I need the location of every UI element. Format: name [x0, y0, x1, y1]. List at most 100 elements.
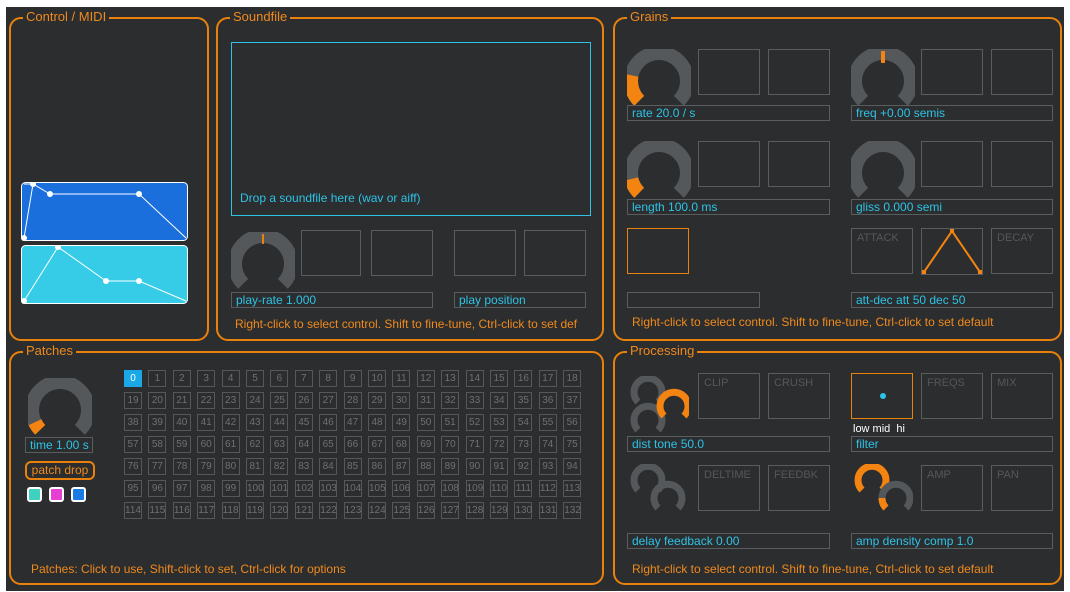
patch-cell[interactable]: 98: [197, 480, 216, 497]
patch-cell[interactable]: 87: [392, 458, 411, 475]
filter-label[interactable]: filter: [851, 436, 1053, 452]
crush-slot[interactable]: CRUSH: [768, 373, 830, 419]
att-dec-label[interactable]: att-dec att 50 dec 50: [851, 292, 1053, 308]
patch-cell[interactable]: 63: [270, 436, 289, 453]
freq-knob-icon[interactable]: [851, 49, 915, 113]
patch-cell[interactable]: 125: [392, 502, 411, 519]
patch-cell[interactable]: 10: [368, 370, 386, 387]
patch-cell[interactable]: 106: [392, 480, 411, 497]
patch-cell[interactable]: 130: [514, 502, 533, 519]
patch-cell[interactable]: 108: [441, 480, 460, 497]
play-rate-label[interactable]: play-rate 1.000: [231, 292, 433, 308]
patch-cell[interactable]: 48: [368, 414, 386, 431]
patch-cell[interactable]: 81: [246, 458, 264, 475]
patch-cell[interactable]: 53: [490, 414, 508, 431]
gliss-slot-2[interactable]: [991, 141, 1053, 187]
feedbk-slot[interactable]: FEEDBK: [768, 465, 830, 511]
patch-cell[interactable]: 124: [368, 502, 386, 519]
patch-cell[interactable]: 80: [221, 458, 240, 475]
patch-cell[interactable]: 58: [148, 436, 167, 453]
pan-slot[interactable]: PAN: [991, 465, 1053, 511]
patch-cell[interactable]: 17: [538, 370, 557, 387]
decay-slot[interactable]: DECAY: [991, 228, 1053, 274]
patch-cell[interactable]: 115: [148, 502, 167, 519]
amp-slot[interactable]: AMP: [921, 465, 983, 511]
patch-cell[interactable]: 9: [343, 370, 362, 387]
patch-cell[interactable]: 128: [465, 502, 484, 519]
patch-cell[interactable]: 111: [514, 480, 533, 497]
patch-cell[interactable]: 116: [172, 502, 191, 519]
patch-cell[interactable]: 56: [563, 414, 582, 431]
length-knob-icon[interactable]: [627, 141, 691, 205]
patch-cell[interactable]: 78: [172, 458, 191, 475]
patch-cell[interactable]: 120: [270, 502, 289, 519]
patch-cell[interactable]: 132: [563, 502, 582, 519]
patch-cell[interactable]: 90: [465, 458, 484, 475]
grains-empty-slot[interactable]: [627, 292, 760, 308]
rate-slot-2[interactable]: [768, 49, 830, 95]
patch-cell[interactable]: 88: [416, 458, 435, 475]
patch-cell[interactable]: 27: [319, 392, 338, 409]
patch-cell[interactable]: 37: [563, 392, 582, 409]
patch-cell[interactable]: 92: [514, 458, 533, 475]
length-slot-2[interactable]: [768, 141, 830, 187]
patch-cell[interactable]: 99: [221, 480, 240, 497]
patch-cell[interactable]: 13: [441, 370, 460, 387]
patch-cell[interactable]: 7: [294, 370, 313, 387]
patch-cell[interactable]: 54: [514, 414, 533, 431]
color-swatch[interactable]: [49, 487, 64, 502]
patch-cell[interactable]: 61: [221, 436, 240, 453]
patch-cell[interactable]: 55: [538, 414, 557, 431]
patch-cell[interactable]: 72: [490, 436, 508, 453]
patch-cell[interactable]: 57: [124, 436, 142, 453]
patch-cell[interactable]: 109: [465, 480, 484, 497]
patch-cell[interactable]: 75: [563, 436, 582, 453]
patch-cell[interactable]: 129: [490, 502, 508, 519]
patch-cell[interactable]: 66: [343, 436, 362, 453]
play-rate-slot-1[interactable]: [301, 230, 361, 276]
length-label[interactable]: length 100.0 ms: [627, 199, 830, 215]
patch-cell[interactable]: 8: [319, 370, 338, 387]
patch-cell[interactable]: 62: [246, 436, 264, 453]
patch-cell[interactable]: 68: [392, 436, 411, 453]
color-swatch[interactable]: [27, 487, 42, 502]
patch-cell[interactable]: 96: [148, 480, 167, 497]
patch-cell[interactable]: 104: [343, 480, 362, 497]
freqs-slot[interactable]: FREQS: [921, 373, 983, 419]
rate-knob-icon[interactable]: [627, 49, 691, 113]
patch-cell[interactable]: 119: [246, 502, 264, 519]
patch-cell[interactable]: 64: [294, 436, 313, 453]
dist-knob-icon[interactable]: [627, 376, 689, 438]
patch-cell[interactable]: 15: [490, 370, 508, 387]
patch-cell[interactable]: 23: [221, 392, 240, 409]
patch-cell[interactable]: 110: [490, 480, 508, 497]
deltime-slot[interactable]: DELTIME: [698, 465, 760, 511]
filter-pad[interactable]: [851, 373, 913, 419]
patch-cell[interactable]: 122: [319, 502, 338, 519]
soundfile-drop-zone[interactable]: Drop a soundfile here (wav or aiff): [231, 42, 591, 216]
patch-cell[interactable]: 30: [392, 392, 411, 409]
amp-density-label[interactable]: amp density comp 1.0: [851, 533, 1053, 549]
patch-cell[interactable]: 20: [148, 392, 167, 409]
patch-cell[interactable]: 101: [270, 480, 289, 497]
freq-slot-2[interactable]: [991, 49, 1053, 95]
rate-label[interactable]: rate 20.0 / s: [627, 105, 830, 121]
patch-cell[interactable]: 50: [416, 414, 435, 431]
patch-cell[interactable]: 59: [172, 436, 191, 453]
patch-cell[interactable]: 33: [465, 392, 484, 409]
patch-cell[interactable]: 118: [221, 502, 240, 519]
play-position-label[interactable]: play position: [454, 292, 586, 308]
patch-cell[interactable]: 69: [416, 436, 435, 453]
color-swatch[interactable]: [71, 487, 86, 502]
patch-cell[interactable]: 52: [465, 414, 484, 431]
patch-cell[interactable]: 77: [148, 458, 167, 475]
time-label[interactable]: time 1.00 s: [25, 437, 93, 453]
patch-cell[interactable]: 73: [514, 436, 533, 453]
patch-cell[interactable]: 95: [124, 480, 142, 497]
freq-slot-1[interactable]: [921, 49, 983, 95]
gliss-label[interactable]: gliss 0.000 semi: [851, 199, 1053, 215]
envelope-graph-icon[interactable]: [21, 245, 189, 305]
patch-cell[interactable]: 25: [270, 392, 289, 409]
patch-cell[interactable]: 5: [246, 370, 264, 387]
patch-cell[interactable]: 39: [148, 414, 167, 431]
